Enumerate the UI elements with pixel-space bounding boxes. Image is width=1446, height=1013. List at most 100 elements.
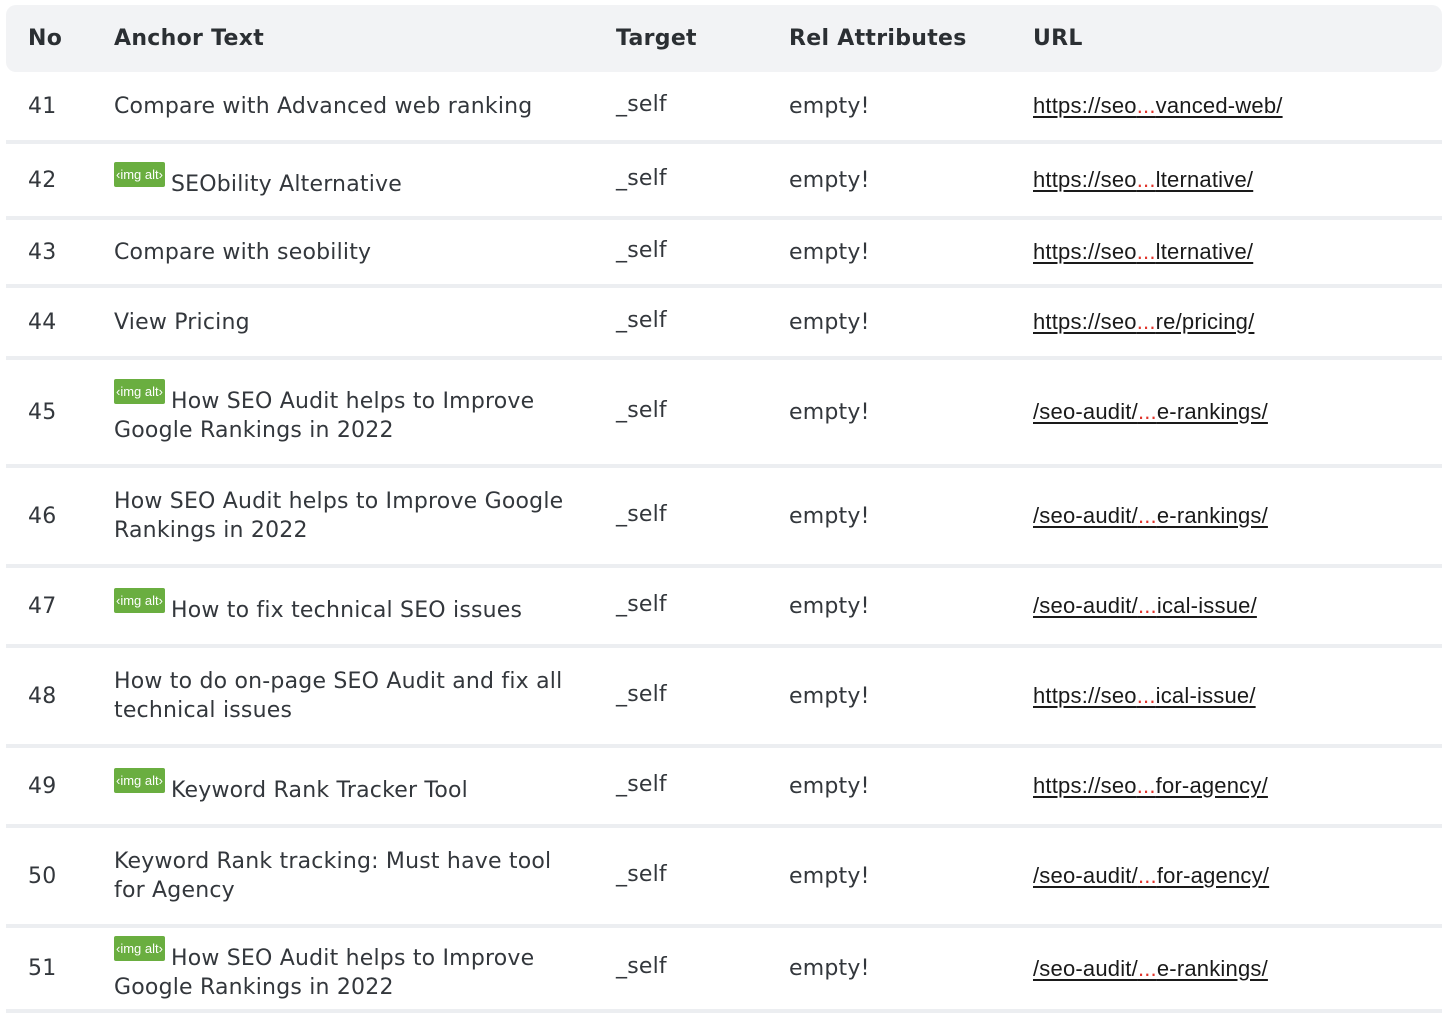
table-row: 49 ‹img alt› Keyword Rank Tracker Tool _sel… <box>6 748 1442 828</box>
anchor-text-cell: Compare with seobility <box>114 220 584 284</box>
row-number: 47 <box>28 593 57 619</box>
url-start: /seo-audit/ <box>1033 503 1138 528</box>
anchor-text: Keyword Rank Tracker Tool <box>170 777 468 803</box>
rel-attributes-value: empty! <box>789 167 870 193</box>
row-number: 49 <box>28 773 57 799</box>
table-row: 51 ‹img alt› How SEO Audit helps to Improv… <box>6 928 1442 1013</box>
rel-attributes-value: empty! <box>789 93 870 119</box>
anchor-text-cell: How SEO Audit helps to Improve Google Ra… <box>114 468 584 564</box>
table-row: 48 How to do on-page SEO Audit and fix al… <box>6 648 1442 748</box>
anchor-text: How SEO Audit helps to Improve Google Ra… <box>114 389 535 443</box>
url-link[interactable]: https://seo...for-agency/ <box>1033 773 1268 799</box>
url-link[interactable]: https://seo...vanced-web/ <box>1033 93 1283 119</box>
table-row: 43 Compare with seobility _self empty! https… <box>6 220 1442 288</box>
anchor-text: Compare with seobility <box>114 239 372 265</box>
target-value: _self <box>616 771 667 797</box>
table-row: 41 Compare with Advanced web ranking _self… <box>6 72 1442 144</box>
url-start: /seo-audit/ <box>1033 955 1138 981</box>
url-start: /seo-audit/ <box>1033 399 1138 424</box>
header-anchor-text: Anchor Text <box>114 26 265 51</box>
anchor-text-cell: ‹img alt› How SEO Audit helps to Improve … <box>114 928 584 1009</box>
url-ellipsis: ... <box>1136 309 1156 334</box>
url-start: https://seo <box>1033 239 1137 264</box>
anchor-text: Compare with Advanced web ranking <box>114 93 533 119</box>
rel-attributes-value: empty! <box>789 593 870 619</box>
row-number: 50 <box>28 863 57 889</box>
url-link[interactable]: /seo-audit/...e-rankings/ <box>1033 399 1268 425</box>
rel-attributes-value: empty! <box>789 956 870 981</box>
url-start: https://seo <box>1033 773 1137 798</box>
url-link[interactable]: https://seo...lternative/ <box>1033 239 1253 265</box>
target-value: _self <box>616 397 667 423</box>
url-end: e-rankings/ <box>1156 955 1268 981</box>
anchor-text-wrap: ‹img alt› Keyword Rank Tracker Tool <box>114 767 468 805</box>
anchor-text-cell: Keyword Rank tracking: Must have tool fo… <box>114 828 584 924</box>
rel-attributes-value: empty! <box>789 399 870 425</box>
target-cell: _self <box>616 748 766 824</box>
img-alt-badge: ‹img alt› <box>114 767 165 793</box>
url-ellipsis: ... <box>1136 93 1156 118</box>
table-row: 44 View Pricing _self empty! https://seo...r… <box>6 288 1442 360</box>
rel-attributes-value: empty! <box>789 863 870 889</box>
target-cell: _self <box>616 468 766 564</box>
anchor-text: Keyword Rank tracking: Must have tool fo… <box>114 849 552 903</box>
row-number: 51 <box>28 956 57 981</box>
url-cell: https://seo...re/pricing/ <box>1033 288 1433 356</box>
url-end: re/pricing/ <box>1155 309 1255 334</box>
table-row: 50 Keyword Rank tracking: Must have tool … <box>6 828 1442 928</box>
target-value: _self <box>616 237 667 263</box>
url-cell: /seo-audit/...ical-issue/ <box>1033 568 1433 644</box>
anchor-text-wrap: Compare with Advanced web ranking <box>114 92 532 121</box>
url-ellipsis: ... <box>1137 863 1157 888</box>
url-ellipsis: ... <box>1136 683 1156 708</box>
url-cell: /seo-audit/...for-agency/ <box>1033 828 1433 924</box>
url-ellipsis: ... <box>1136 167 1156 192</box>
url-cell: https://seo...lternative/ <box>1033 220 1433 284</box>
url-start: https://seo <box>1033 309 1137 334</box>
anchor-text: How SEO Audit helps to Improve Google Ra… <box>114 945 535 1000</box>
table-row: 45 ‹img alt› How SEO Audit helps to Improv… <box>6 360 1442 468</box>
anchor-text: SEObility Alternative <box>170 171 402 197</box>
url-start: https://seo <box>1033 683 1137 708</box>
url-link[interactable]: /seo-audit/...e-rankings/ <box>1033 503 1268 529</box>
img-alt-badge: ‹img alt› <box>114 587 165 613</box>
target-value: _self <box>616 91 667 117</box>
url-link[interactable]: https://seo...ical-issue/ <box>1033 683 1256 709</box>
url-ellipsis: ... <box>1136 239 1156 264</box>
url-end: for-agency/ <box>1155 773 1268 798</box>
url-end: e-rankings/ <box>1156 399 1268 424</box>
url-ellipsis: ... <box>1137 399 1157 424</box>
table-header: No Anchor Text Target Rel Attributes URL <box>6 5 1442 72</box>
anchor-text-cell: ‹img alt› Keyword Rank Tracker Tool <box>114 748 584 824</box>
url-end: lternative/ <box>1155 167 1254 192</box>
rel-attributes-value: empty! <box>789 503 870 529</box>
anchor-text-wrap: Compare with seobility <box>114 238 371 267</box>
row-number: 43 <box>28 239 57 265</box>
url-cell: /seo-audit/...e-rankings/ <box>1033 928 1433 1009</box>
target-cell: _self <box>616 360 766 464</box>
url-link[interactable]: https://seo...re/pricing/ <box>1033 309 1254 335</box>
url-start: /seo-audit/ <box>1033 593 1138 618</box>
anchor-text-wrap: ‹img alt› How to fix technical SEO issues <box>114 587 522 625</box>
url-start: /seo-audit/ <box>1033 863 1138 888</box>
img-alt-badge: ‹img alt› <box>114 379 165 404</box>
url-end: e-rankings/ <box>1156 503 1268 528</box>
url-link[interactable]: /seo-audit/...ical-issue/ <box>1033 593 1257 619</box>
img-alt-badge: ‹img alt› <box>114 161 165 187</box>
target-cell: _self <box>616 568 766 644</box>
anchor-text-cell: ‹img alt› SEObility Alternative <box>114 144 584 216</box>
anchor-text-wrap: ‹img alt› How SEO Audit helps to Improve … <box>114 379 584 445</box>
target-value: _self <box>616 501 667 527</box>
url-link[interactable]: https://seo...lternative/ <box>1033 167 1253 193</box>
url-ellipsis: ... <box>1136 773 1156 798</box>
url-link[interactable]: /seo-audit/...e-rankings/ <box>1033 956 1268 982</box>
target-cell: _self <box>616 144 766 216</box>
row-number: 48 <box>28 683 57 709</box>
anchor-text-wrap: How SEO Audit helps to Improve Google Ra… <box>114 487 584 545</box>
target-value: _self <box>616 165 667 191</box>
rel-attributes-value: empty! <box>789 773 870 799</box>
url-link[interactable]: /seo-audit/...for-agency/ <box>1033 863 1269 889</box>
anchor-text-cell: ‹img alt› How to fix technical SEO issues <box>114 568 584 644</box>
url-ellipsis: ... <box>1137 593 1157 618</box>
url-end: vanced-web/ <box>1155 93 1283 118</box>
